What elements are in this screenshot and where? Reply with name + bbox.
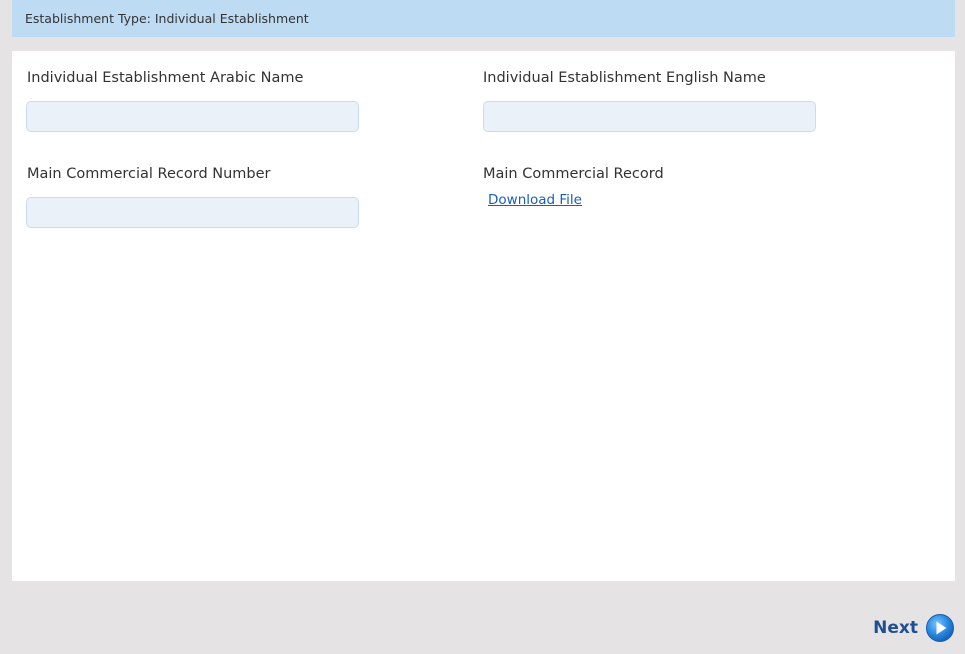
- arrow-right-circle-icon: [926, 614, 954, 642]
- next-button-label: Next: [873, 618, 918, 638]
- english-name-label: Individual Establishment English Name: [483, 70, 766, 86]
- main-cr-label: Main Commercial Record: [483, 166, 664, 182]
- establishment-details-panel: Individual Establishment Arabic Name Ind…: [12, 51, 955, 581]
- next-button[interactable]: Next: [873, 608, 955, 648]
- cr-number-label: Main Commercial Record Number: [27, 166, 271, 182]
- arabic-name-label: Individual Establishment Arabic Name: [27, 70, 304, 86]
- download-file-link[interactable]: Download File: [488, 192, 582, 208]
- arabic-name-input[interactable]: [26, 101, 359, 132]
- cr-number-input[interactable]: [26, 197, 359, 228]
- establishment-type-text: Establishment Type: Individual Establish…: [25, 11, 309, 26]
- establishment-type-header: Establishment Type: Individual Establish…: [12, 0, 955, 37]
- english-name-input[interactable]: [483, 101, 816, 132]
